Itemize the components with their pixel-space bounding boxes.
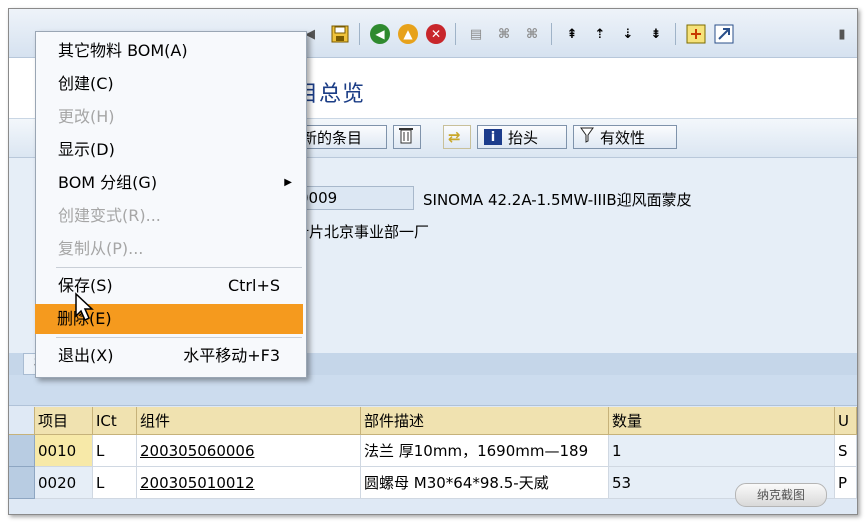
- table-row[interactable]: 200305010012: [137, 467, 361, 499]
- column-header-component[interactable]: 组件: [137, 407, 361, 435]
- back-icon[interactable]: ◀: [369, 23, 391, 45]
- menu-item-label: 创建变式(R)...: [58, 206, 161, 225]
- cell-unit[interactable]: S: [835, 435, 857, 467]
- validity-label: 有效性: [600, 128, 646, 147]
- menu-item-other-bom[interactable]: 其它物料 BOM(A): [36, 36, 306, 66]
- material-number-field[interactable]: 0009: [294, 186, 414, 210]
- toggle-button[interactable]: ⇄: [443, 125, 471, 149]
- sap-window: ◀ ◀ ▲ ✕ ▤ ⌘ ⌘ ⇞ ⇡ ⇣ ⇟ ▮ 目总览 新的条目 ⇄ i 抬头 …: [8, 8, 858, 515]
- previous-page-icon[interactable]: ⇡: [589, 23, 611, 45]
- row-selector[interactable]: [9, 467, 35, 499]
- help-icon[interactable]: ▮: [831, 23, 853, 45]
- menu-item-copy-from: 复制从(P)...: [36, 234, 306, 264]
- menu-item-label: 更改(H): [58, 107, 115, 126]
- cell-item[interactable]: 0020: [35, 467, 93, 499]
- first-page-icon[interactable]: ⇞: [561, 23, 583, 45]
- info-icon: i: [484, 129, 502, 145]
- menu-item-display[interactable]: 显示(D): [36, 135, 306, 165]
- filter-icon: [580, 127, 594, 147]
- last-page-icon[interactable]: ⇟: [645, 23, 667, 45]
- trash-icon: [398, 126, 414, 148]
- cell-ict[interactable]: L: [93, 467, 137, 499]
- exit-icon[interactable]: ▲: [397, 23, 419, 45]
- find-next-icon[interactable]: ⌘: [521, 23, 543, 45]
- tab-content-strip: [9, 375, 857, 406]
- menu-item-shortcut: Ctrl+S: [227, 276, 280, 295]
- menu-item-label: 显示(D): [58, 140, 115, 159]
- column-header-item[interactable]: 项目: [35, 407, 93, 435]
- plant-description: 叶片北京事业部一厂: [294, 223, 430, 241]
- column-header-unit[interactable]: U: [835, 407, 857, 435]
- new-items-button[interactable]: 新的条目: [295, 125, 387, 149]
- validity-button[interactable]: 有效性: [573, 125, 677, 149]
- menu-separator: [56, 267, 302, 268]
- watermark: 纳克截图: [735, 483, 827, 507]
- menu-item-label: 创建(C): [58, 74, 114, 93]
- row-selector-header[interactable]: [9, 407, 35, 435]
- menu-item-label: 退出(X): [58, 346, 114, 365]
- save-icon[interactable]: [329, 23, 351, 45]
- header-label: 抬头: [508, 128, 539, 147]
- cell-description[interactable]: 法兰 厚10mm，1690mm—189: [361, 435, 609, 467]
- table-row[interactable]: 200305060006: [137, 435, 361, 467]
- column-header-description[interactable]: 部件描述: [361, 407, 609, 435]
- cell-item[interactable]: 0010: [35, 435, 93, 467]
- header-button[interactable]: i 抬头: [477, 125, 567, 149]
- menu-item-bom-group[interactable]: BOM 分组(G) ▶: [36, 168, 306, 198]
- submenu-arrow-icon: ▶: [284, 177, 292, 188]
- cell-component[interactable]: 200305060006: [140, 442, 255, 460]
- column-header-ict[interactable]: ICt: [93, 407, 137, 435]
- next-page-icon[interactable]: ⇣: [617, 23, 639, 45]
- mouse-cursor-icon: [74, 292, 96, 326]
- column-header-quantity[interactable]: 数量: [609, 407, 835, 435]
- menu-item-label: 复制从(P)...: [58, 239, 144, 258]
- cell-unit[interactable]: P: [835, 467, 857, 499]
- print-icon[interactable]: ▤: [465, 23, 487, 45]
- row-selector[interactable]: [9, 435, 35, 467]
- menu-item-label: BOM 分组(G): [58, 173, 158, 192]
- cell-description[interactable]: 圆螺母 M30*64*98.5-天威: [361, 467, 609, 499]
- menu-item-shortcut: 水平移动+F3: [183, 346, 280, 365]
- shortcut-icon[interactable]: [713, 23, 735, 45]
- menu-separator: [56, 337, 302, 338]
- menu-item-exit[interactable]: 退出(X) 水平移动+F3: [36, 341, 306, 371]
- menu-item-create-variant: 创建变式(R)...: [36, 201, 306, 231]
- cell-quantity[interactable]: 1: [609, 435, 835, 467]
- delete-item-button[interactable]: [393, 125, 421, 149]
- cell-ict[interactable]: L: [93, 435, 137, 467]
- swap-icon: ⇄: [448, 128, 461, 146]
- material-description: SINOMA 42.2A-1.5MW-IIIB迎风面蒙皮: [423, 191, 692, 209]
- menu-item-create[interactable]: 创建(C): [36, 69, 306, 99]
- new-session-icon[interactable]: [685, 23, 707, 45]
- find-icon[interactable]: ⌘: [493, 23, 515, 45]
- menu-item-label: 其它物料 BOM(A): [58, 41, 188, 60]
- new-items-label: 新的条目: [302, 128, 363, 147]
- cancel-icon[interactable]: ✕: [425, 23, 447, 45]
- menu-item-change: 更改(H): [36, 102, 306, 132]
- cell-component[interactable]: 200305010012: [140, 474, 255, 492]
